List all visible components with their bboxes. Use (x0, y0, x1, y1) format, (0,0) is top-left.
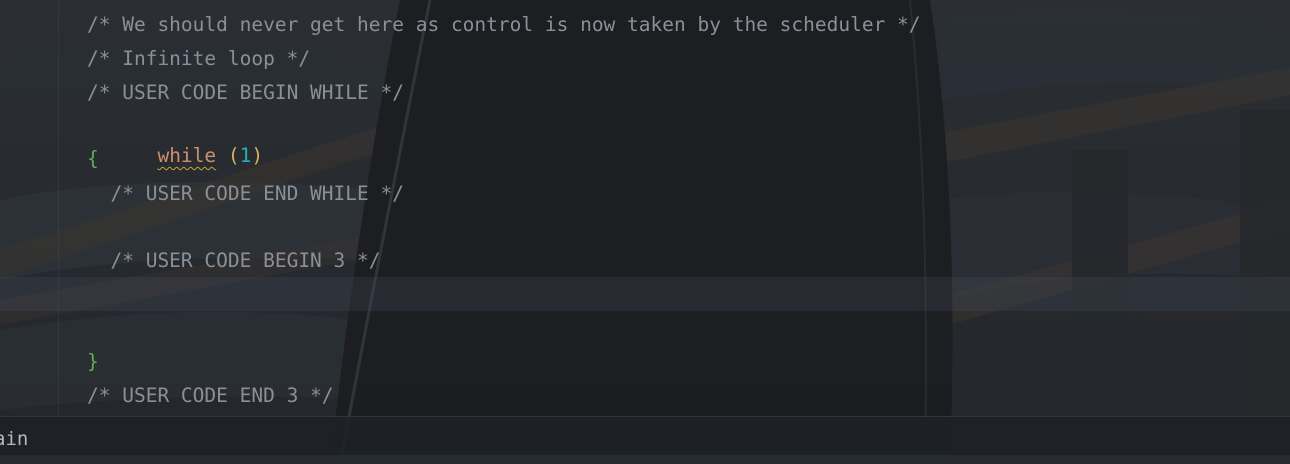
breadcrumb-bar: ain (0, 416, 1290, 464)
code-line-5[interactable]: { (87, 144, 99, 174)
close-paren: ) (251, 144, 264, 167)
code-line-8[interactable]: /* USER CODE BEGIN 3 */ (87, 246, 380, 276)
code-line-11[interactable]: } (87, 347, 99, 377)
current-line-highlight (0, 277, 1290, 311)
open-paren: ( (216, 144, 240, 167)
horizontal-scrollbar[interactable] (0, 455, 1290, 464)
code-line-1[interactable]: /* We should never get here as control i… (87, 10, 921, 40)
code-line-2[interactable]: /* Infinite loop */ (87, 44, 310, 74)
gutter-divider (58, 0, 59, 416)
code-line-3[interactable]: /* USER CODE BEGIN WHILE */ (87, 78, 404, 108)
breadcrumb-function[interactable]: ain (0, 425, 28, 453)
code-editor[interactable]: /* We should never get here as control i… (0, 0, 1290, 464)
while-keyword[interactable]: while (157, 144, 216, 167)
code-line-12[interactable]: /* USER CODE END 3 */ (87, 381, 334, 411)
code-line-6[interactable]: /* USER CODE END WHILE */ (87, 179, 404, 209)
code-line-4[interactable]: while (1) (87, 111, 263, 167)
number-literal: 1 (239, 144, 252, 167)
